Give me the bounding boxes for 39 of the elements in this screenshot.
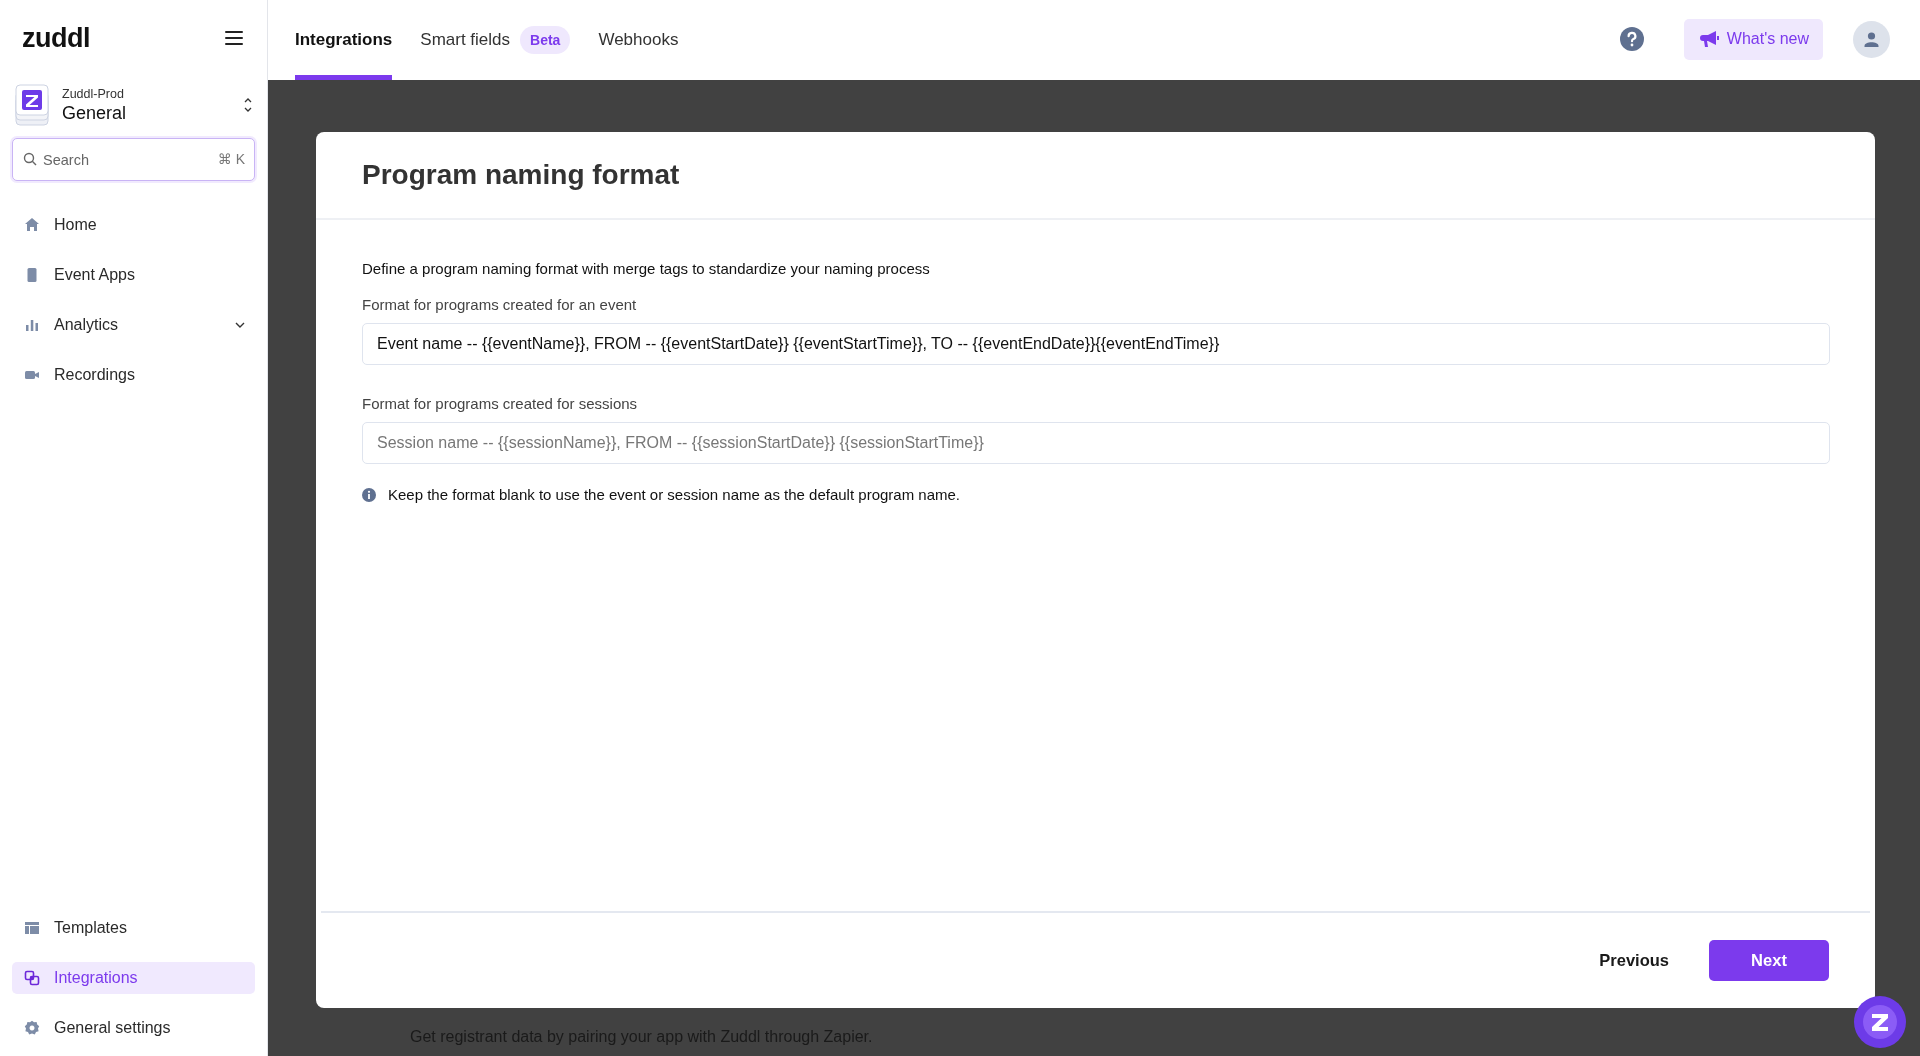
menu-icon (225, 31, 243, 45)
info-icon (362, 487, 376, 502)
workspace-switcher[interactable]: Zuddl-Prod General (12, 76, 255, 130)
settings-icon (24, 1020, 40, 1036)
tab[interactable]: Smart fields Beta (420, 0, 571, 80)
dialog-title: Program naming format (362, 159, 680, 191)
logo[interactable]: zuddl (22, 22, 90, 54)
overlapping-squares-icon (24, 970, 40, 986)
workspace-logo-icon (14, 83, 50, 127)
field-label: Format for programs created for sessions (362, 395, 639, 412)
nav-item[interactable]: Integrations (12, 962, 255, 994)
updown-chevron-icon (243, 96, 253, 114)
home-icon (24, 217, 40, 233)
bar-chart-icon (24, 317, 40, 333)
search-icon (23, 152, 37, 166)
next-button[interactable]: Next (1709, 940, 1829, 981)
organization-name: Zuddl-Prod (62, 86, 125, 101)
nav-item[interactable]: General settings (12, 1012, 255, 1044)
nav-item[interactable]: Event Apps (12, 259, 255, 291)
beta-badge: Beta (520, 26, 571, 54)
nav-item[interactable]: Recordings (12, 359, 255, 391)
nav-item[interactable]: Analytics (12, 309, 255, 341)
tab[interactable]: Webhooks (598, 0, 679, 80)
whats-new-button[interactable]: What's new (1683, 18, 1823, 60)
info-text: Keep the format blank to use the event or session name as the default program name. (388, 486, 960, 503)
layout-icon (24, 920, 40, 936)
avatar-icon (1853, 20, 1890, 58)
field-label: Format for programs created for an event (362, 296, 638, 313)
nav-item[interactable]: Home (12, 209, 255, 241)
description-text: Define a program naming format with merge tags to standardize your naming process (362, 260, 931, 277)
help-icon (1619, 27, 1644, 51)
previous-button[interactable]: Previous (1591, 940, 1677, 981)
nav-item[interactable]: Templates (12, 912, 255, 944)
workspace-name: General (62, 102, 128, 124)
phone-icon (24, 267, 40, 283)
megaphone-icon (1698, 30, 1719, 48)
keyboard-shortcut: ⌘ K (217, 151, 245, 167)
text-field[interactable]: Event name -- {{eventName}}, FROM -- {{eventStartDate}} {{eventStartTime}}, TO -- {{eventEndDate}}{{eventEndTime}} (362, 323, 1830, 365)
text-field[interactable]: Session name -- {{sessionName}}, FROM -- {{sessionStartDate}} {{sessionStartTime}} (362, 422, 1830, 464)
